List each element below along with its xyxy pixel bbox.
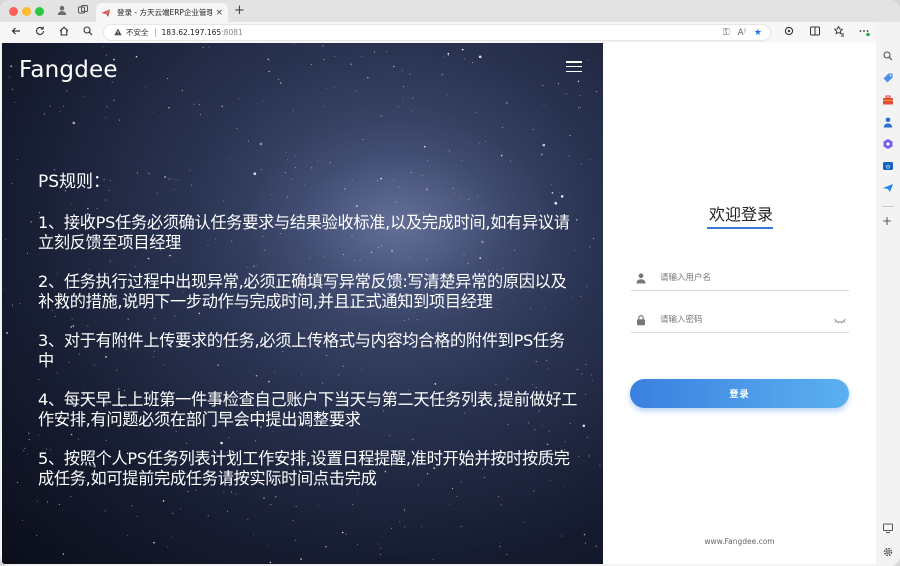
sidebar-outlook-icon[interactable]: o bbox=[882, 160, 894, 172]
new-tab-button[interactable]: + bbox=[234, 4, 245, 18]
rule-item: 2、任务执行过程中出现异常,必须正确填写异常反馈:写清楚异常的原因以及补救的措施… bbox=[38, 272, 567, 311]
username-input[interactable] bbox=[660, 272, 849, 283]
browser-toolbar: 不安全 183.62.197.165 :8081 ⚿ A⁾ ★ bbox=[0, 22, 900, 43]
url-port: :8081 bbox=[221, 28, 243, 37]
minimize-window-button[interactable] bbox=[22, 7, 31, 16]
rule-item: 3、对于有附件上传要求的任务,必须上传格式与内容均合格的附件到PS任务中 bbox=[38, 331, 565, 370]
more-menu-icon[interactable] bbox=[857, 25, 871, 39]
reload-icon[interactable] bbox=[33, 25, 47, 39]
extensions-icon[interactable] bbox=[782, 25, 796, 39]
rules-title: PS规则： bbox=[38, 172, 111, 192]
address-bar[interactable]: 不安全 183.62.197.165 :8081 ⚿ A⁾ ★ bbox=[103, 24, 771, 41]
sidebar-settings-icon[interactable] bbox=[882, 546, 894, 558]
user-icon bbox=[636, 272, 646, 283]
page-content: Fangdee PS规则： 1、接收PS任务必须确认任务要求与结果验收标准,以及… bbox=[2, 43, 876, 564]
key-icon[interactable]: ⚿ bbox=[723, 26, 730, 40]
tab-close-icon[interactable]: × bbox=[215, 8, 223, 18]
address-actions: ⚿ A⁾ ★ bbox=[723, 26, 762, 40]
close-window-button[interactable] bbox=[9, 7, 18, 16]
menu-hamburger-icon[interactable] bbox=[566, 61, 582, 73]
sidebar-person-icon[interactable] bbox=[882, 116, 894, 128]
sidebar-search-icon[interactable] bbox=[882, 50, 894, 62]
sidebar-divider bbox=[882, 206, 894, 207]
home-icon[interactable] bbox=[57, 25, 71, 39]
lock-icon bbox=[637, 314, 645, 325]
sidebar-send-icon[interactable] bbox=[882, 182, 894, 194]
login-button[interactable]: 登录 bbox=[630, 379, 849, 408]
tab-strip: 登录 - 方天云端ERP企业管理软件 × + bbox=[0, 0, 900, 22]
search-icon[interactable] bbox=[81, 25, 95, 39]
title-underline bbox=[707, 227, 773, 229]
tab-title: 登录 - 方天云端ERP企业管理软件 bbox=[117, 8, 213, 17]
url-host: 183.62.197.165 bbox=[161, 28, 222, 37]
warning-icon[interactable] bbox=[114, 28, 122, 38]
password-field[interactable] bbox=[631, 307, 849, 333]
sidebar-tag-icon[interactable] bbox=[882, 72, 894, 84]
eye-closed-icon[interactable] bbox=[833, 315, 847, 325]
username-field[interactable] bbox=[631, 265, 849, 291]
footer-link[interactable]: www.Fangdee.com bbox=[603, 537, 876, 546]
rules-panel: Fangdee PS规则： 1、接收PS任务必须确认任务要求与结果验收标准,以及… bbox=[2, 43, 603, 564]
rules-content: PS规则： 1、接收PS任务必须确认任务要求与结果验收标准,以及完成时间,如有异… bbox=[38, 171, 578, 508]
address-divider bbox=[154, 28, 156, 37]
favorites-icon[interactable] bbox=[832, 25, 846, 39]
login-panel: 欢迎登录 登录 www.Fangdee.com bbox=[603, 43, 876, 564]
favorite-star-icon[interactable]: ★ bbox=[754, 26, 762, 40]
sidebar-screen-icon[interactable] bbox=[882, 522, 894, 534]
rule-item: 4、每天早上上班第一件事检查自己账户下当天与第二天任务列表,提前做好工作安排,有… bbox=[38, 390, 578, 429]
svg-text:o: o bbox=[886, 163, 890, 171]
workspaces-icon[interactable] bbox=[76, 4, 90, 18]
back-icon[interactable] bbox=[9, 25, 23, 39]
profile-icon[interactable] bbox=[55, 4, 69, 18]
rule-item: 5、按照个人PS任务列表计划工作安排,设置日程提醒,准时开始并按时按质完成任务,… bbox=[38, 449, 570, 488]
maximize-window-button[interactable] bbox=[35, 7, 44, 16]
read-aloud-icon[interactable]: A⁾ bbox=[738, 26, 746, 40]
sidebar-hexagon-icon[interactable] bbox=[882, 138, 894, 150]
login-title: 欢迎登录 bbox=[708, 205, 773, 224]
tab-login[interactable]: 登录 - 方天云端ERP企业管理软件 × bbox=[96, 3, 228, 22]
browser-sidebar: o + bbox=[876, 22, 900, 566]
password-input[interactable] bbox=[660, 314, 833, 325]
brand-logo: Fangdee bbox=[19, 57, 118, 83]
split-screen-icon[interactable] bbox=[808, 25, 822, 39]
sidebar-add-icon[interactable]: + bbox=[882, 215, 892, 227]
rule-item: 1、接收PS任务必须确认任务要求与结果验收标准,以及完成时间,如有异议请立刻反馈… bbox=[38, 213, 570, 252]
paper-plane-icon bbox=[101, 8, 111, 17]
sidebar-toolbox-icon[interactable] bbox=[882, 94, 894, 106]
browser-window: 登录 - 方天云端ERP企业管理软件 × + 不安全 183.62.197.16… bbox=[0, 0, 900, 566]
security-label[interactable]: 不安全 bbox=[126, 27, 149, 38]
